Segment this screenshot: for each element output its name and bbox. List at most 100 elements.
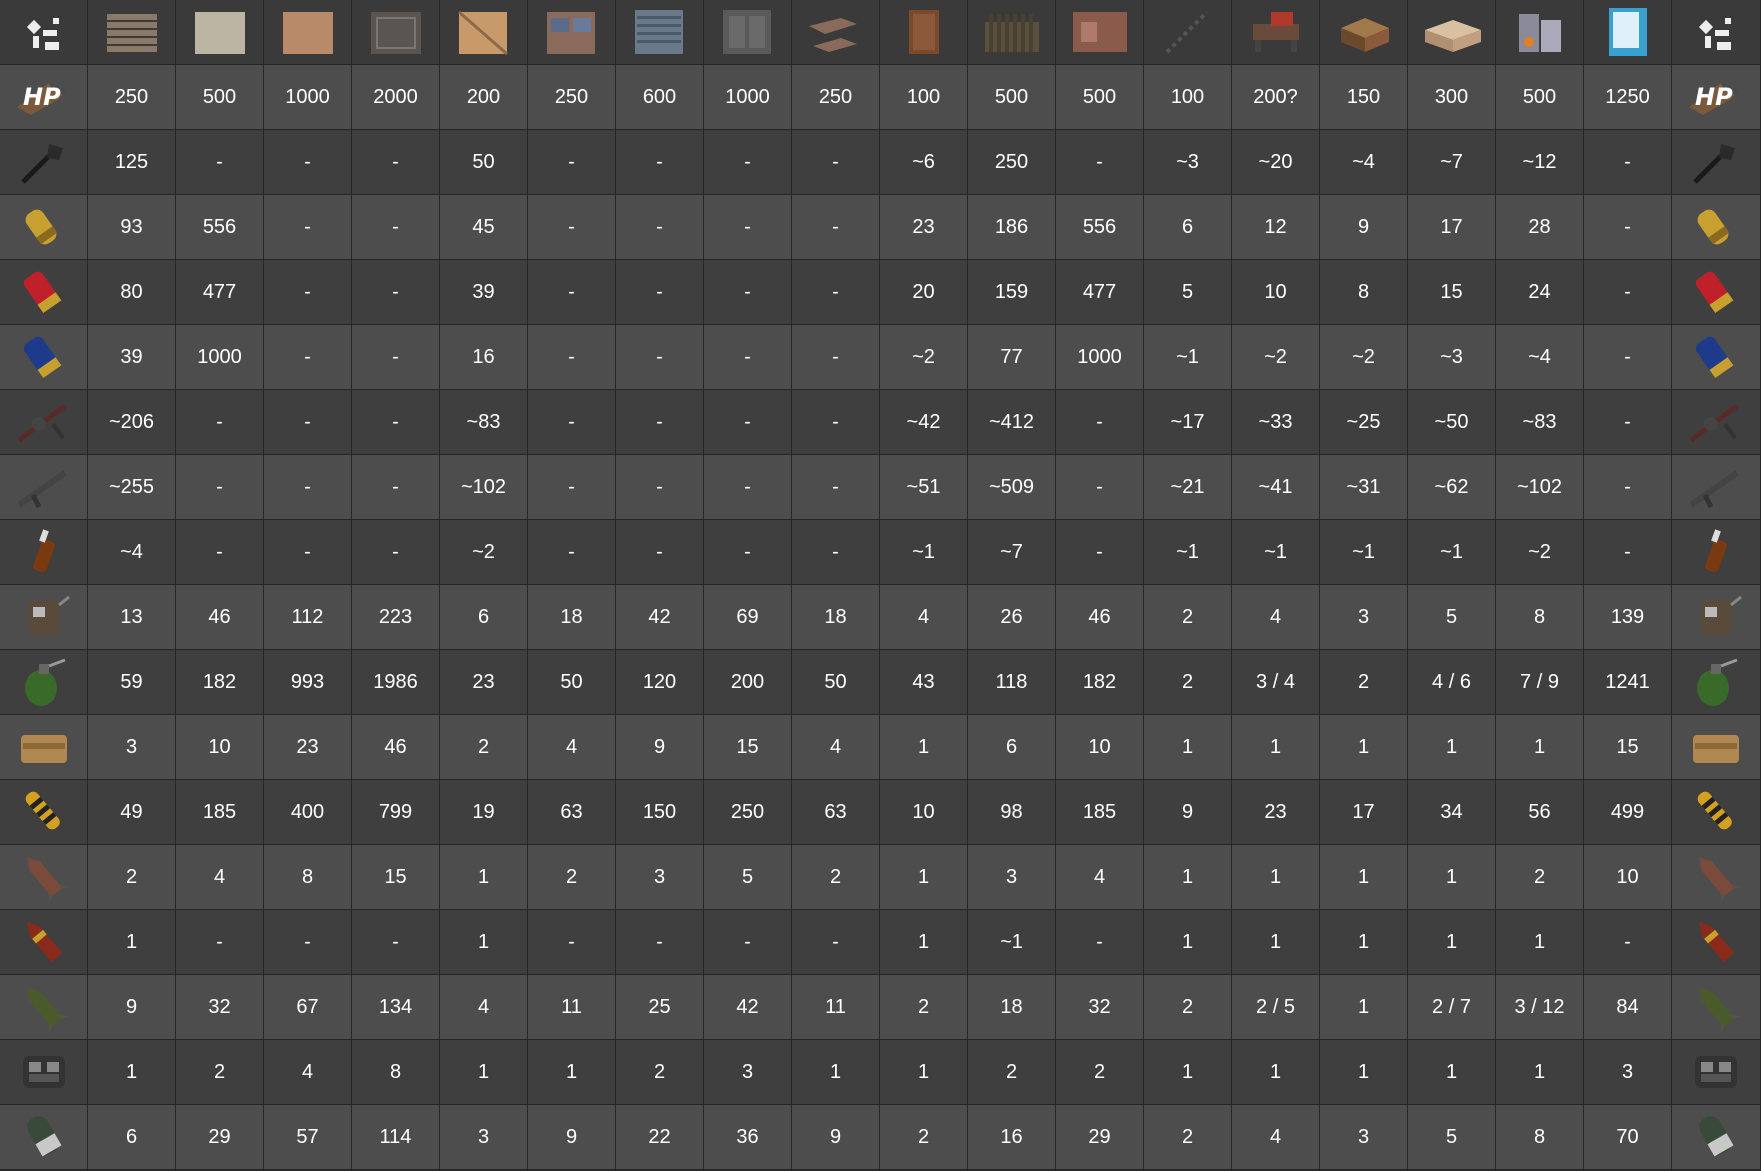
molotov-icon-cell <box>1672 520 1761 585</box>
value-cell: - <box>1584 195 1672 260</box>
value-cell: 1 <box>440 845 528 910</box>
rust-logo-icon-cell <box>0 0 88 65</box>
hp-icon: HP <box>1681 69 1751 125</box>
value-cell: 6 <box>1144 195 1232 260</box>
value-cell: 4 <box>792 715 880 780</box>
beancan-grenade-icon <box>1681 589 1751 645</box>
value-cell: 1 <box>1232 1040 1320 1105</box>
torch-icon <box>9 134 79 190</box>
rocket-icon-cell <box>1672 845 1761 910</box>
workbench-icon <box>1241 4 1311 60</box>
furnace-icon <box>1505 4 1575 60</box>
value-cell: 1000 <box>176 325 264 390</box>
value-cell: - <box>352 455 440 520</box>
value-cell: 1 <box>1320 910 1408 975</box>
value-cell: - <box>352 260 440 325</box>
value-cell: 2 <box>1144 650 1232 715</box>
value-cell: 1 <box>440 1040 528 1105</box>
value-cell: 2 <box>1056 1040 1144 1105</box>
shop-front-icon-cell <box>1056 0 1144 65</box>
value-cell: 112 <box>264 585 352 650</box>
vending-machine-icon-cell <box>1584 0 1672 65</box>
value-cell: 4 <box>264 1040 352 1105</box>
c4-icon <box>1681 1044 1751 1100</box>
value-cell: ~102 <box>1496 455 1584 520</box>
value-cell: 3 <box>968 845 1056 910</box>
value-cell: - <box>616 455 704 520</box>
value-cell: 5 <box>1408 585 1496 650</box>
value-cell: 182 <box>176 650 264 715</box>
value-cell: ~2 <box>1496 520 1584 585</box>
value-cell: - <box>616 195 704 260</box>
value-cell: - <box>704 325 792 390</box>
value-cell: 6 <box>440 585 528 650</box>
value-cell: - <box>352 325 440 390</box>
ladder-hatch-icon <box>1153 4 1223 60</box>
value-cell: 9 <box>1144 780 1232 845</box>
value-cell: 3 <box>616 845 704 910</box>
flamethrower-icon-cell <box>0 390 88 455</box>
value-cell: 3 <box>440 1105 528 1170</box>
value-cell: - <box>792 520 880 585</box>
value-cell: 9 <box>1320 195 1408 260</box>
value-cell: 29 <box>176 1105 264 1170</box>
value-cell: 93 <box>88 195 176 260</box>
torch-icon-cell <box>1672 130 1761 195</box>
flamethrower-icon-cell <box>1672 390 1761 455</box>
value-cell: 120 <box>616 650 704 715</box>
value-cell: 1 <box>1320 845 1408 910</box>
flamethrower-icon <box>1681 394 1751 450</box>
value-cell: ~21 <box>1144 455 1232 520</box>
value-cell: 5 <box>1408 1105 1496 1170</box>
value-cell: - <box>1056 455 1144 520</box>
rocket-icon <box>9 849 79 905</box>
svg-text:HP: HP <box>1695 83 1733 111</box>
value-cell: 34 <box>1408 780 1496 845</box>
value-cell: 2 <box>1320 650 1408 715</box>
value-cell: 1 <box>1408 715 1496 780</box>
value-cell: 15 <box>704 715 792 780</box>
satchel-charge-icon-cell <box>0 715 88 780</box>
incendiary-rocket-icon <box>1681 914 1751 970</box>
value-cell: 46 <box>176 585 264 650</box>
incendiary-rocket-icon <box>9 914 79 970</box>
value-cell: 59 <box>88 650 176 715</box>
value-cell: 67 <box>264 975 352 1040</box>
value-cell: 28 <box>1496 195 1584 260</box>
value-cell: 250 <box>792 65 880 130</box>
value-cell: 84 <box>1584 975 1672 1040</box>
value-cell: 125 <box>88 130 176 195</box>
incendiary-rocket-icon-cell <box>1672 910 1761 975</box>
c4-icon <box>9 1044 79 1100</box>
value-cell: 20 <box>880 260 968 325</box>
value-cell: 42 <box>616 585 704 650</box>
armored-door-icon-cell <box>704 0 792 65</box>
value-cell: 1986 <box>352 650 440 715</box>
value-cell: 17 <box>1320 780 1408 845</box>
value-cell: 1000 <box>264 65 352 130</box>
value-cell: 4 <box>880 585 968 650</box>
shotgun-shell-icon-cell <box>0 260 88 325</box>
value-cell: - <box>528 260 616 325</box>
c4-icon-cell <box>0 1040 88 1105</box>
value-cell: 70 <box>1584 1105 1672 1170</box>
value-cell: 46 <box>352 715 440 780</box>
value-cell: 69 <box>704 585 792 650</box>
fire-bullet-icon <box>1681 199 1751 255</box>
value-cell: 300 <box>1408 65 1496 130</box>
value-cell: ~42 <box>880 390 968 455</box>
value-cell: ~7 <box>1408 130 1496 195</box>
value-cell: 159 <box>968 260 1056 325</box>
value-cell: 1000 <box>704 65 792 130</box>
sheet-metal-door-icon <box>537 4 607 60</box>
value-cell: 3 <box>1584 1040 1672 1105</box>
value-cell: 1 <box>1408 1040 1496 1105</box>
value-cell: 114 <box>352 1105 440 1170</box>
value-cell: - <box>616 910 704 975</box>
value-cell: 25 <box>616 975 704 1040</box>
fire-bullet-icon-cell <box>1672 195 1761 260</box>
ladder-hatch-icon-cell <box>1144 0 1232 65</box>
value-cell: - <box>704 455 792 520</box>
value-cell: ~3 <box>1144 130 1232 195</box>
value-cell: - <box>1056 910 1144 975</box>
